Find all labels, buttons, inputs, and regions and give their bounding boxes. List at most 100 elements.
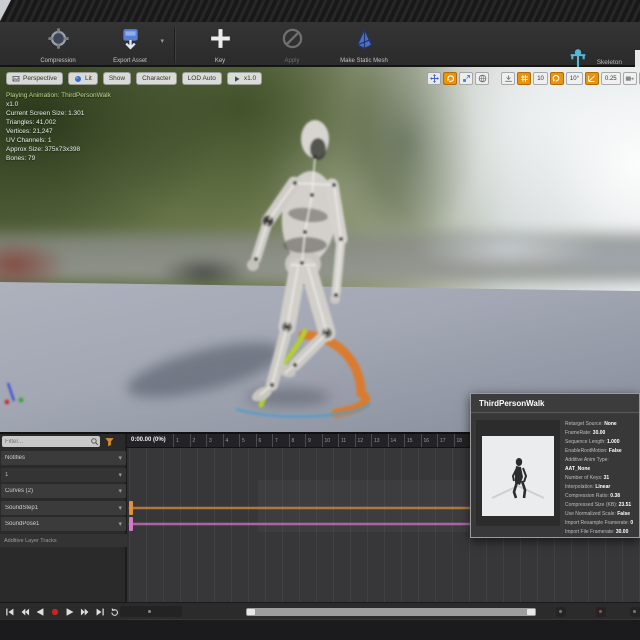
toolbar-button-group: ReimportCompression Export Asset ▾ Key Apply… [0,25,400,64]
preview-viewport[interactable]: PerspectiveLitShowCharacterLOD Autox1.0 … [0,67,640,432]
viewport-chip-playback-speed[interactable]: x1.0 [227,72,262,85]
tooltip-row: Compression Ratio: 0.38 [565,492,635,501]
scale-tool-button[interactable] [459,72,473,85]
viewport-stats-text: Playing Animation: ThirdPersonWalkx1.0Cu… [6,91,111,163]
lit-icon [74,75,82,83]
chevron-down-icon[interactable]: ▾ [118,504,122,512]
tooltip-asset-title: ThirdPersonWalk [471,394,639,413]
rotation-snap-value[interactable]: 10° [566,72,583,85]
to-end-button[interactable] [93,605,106,618]
unreal-animation-editor-window: ReimportCompression Export Asset ▾ Key Apply… [0,0,640,640]
perspective-icon [12,75,20,83]
tooltip-row: Import File Framerate: 30.00 [565,528,635,537]
show-label: Show [109,75,125,82]
ruler-tick: 16 [421,434,422,448]
filter-funnel-icon[interactable] [104,436,115,447]
transport-controls [3,605,121,618]
step-back-icon [20,607,30,617]
viewport-chip-perspective[interactable]: Perspective [6,72,63,85]
to-front-button[interactable] [3,605,16,618]
chevron-down-icon[interactable]: ▾ [118,520,122,528]
track-row-notifies[interactable]: Notifies▾ [1,451,126,465]
tooltip-row: Number of Keys: 31 [565,474,635,483]
apply-button[interactable]: Apply [256,25,328,64]
rotate-tool-button[interactable] [443,72,457,85]
stats-line: Current Screen Size: 1.301 [6,109,111,118]
tooltip-row: Sequence Length: 1.000 [565,438,635,447]
ruler-tick: 13 [371,434,372,448]
camera-icon [625,74,634,83]
record-button[interactable] [48,605,61,618]
play-button[interactable] [63,605,76,618]
ruler-tick: 5 [239,434,240,448]
ruler-tick: 14 [388,434,389,448]
chevron-down-icon[interactable]: ▾ [118,487,122,495]
ruler-tick: 9 [305,434,306,448]
key-label: Key [215,58,225,64]
viewport-chip-lit[interactable]: Lit [68,72,98,85]
rotation-snap-button[interactable] [550,72,564,85]
make-static-mesh-button[interactable]: Make Static Mesh [328,25,400,64]
scrollbar-left-handle[interactable] [247,609,255,615]
ruler-tick: 18 [454,434,455,448]
asset-thumbnail-frame [476,420,560,526]
tooltip-row: Compressed Size (KB): 23.51 [565,501,635,510]
grid-snap-value[interactable]: 10 [533,72,548,85]
viewport-chip-character[interactable]: Character [136,72,177,85]
reimport-button[interactable]: Reimport [0,25,22,64]
surface-snap-button[interactable] [501,72,515,85]
coordinate-system-button[interactable] [475,72,489,85]
timeline-zoom-scrollbar[interactable] [246,608,536,616]
ruler-tick: 6 [256,434,257,448]
make-static-mesh-label: Make Static Mesh [340,58,388,64]
step-forward-button[interactable] [78,605,91,618]
play-reverse-button[interactable] [33,605,46,618]
viewport-chip-lod[interactable]: LOD Auto [182,72,222,85]
tooltip-row: Folder: /Game/Mannequin/Animations [565,537,635,538]
track-row-1[interactable]: 1▾ [1,468,126,482]
frame-marker-inset[interactable] [120,606,182,617]
translate-tool-button[interactable] [427,72,441,85]
viewport-toolbar: PerspectiveLitShowCharacterLOD Autox1.0 … [6,72,640,86]
scale-snap-button[interactable] [585,72,599,85]
perspective-label: Perspective [23,75,57,82]
timeline-option-button[interactable] [630,607,640,617]
viewport-chip-show[interactable]: Show [103,72,131,85]
timeline-option-button[interactable] [596,607,606,617]
grid-snap-button[interactable] [517,72,531,85]
tooltip-row: Additive Anim Type: AAT_None [565,456,635,474]
stats-line: Bones: 79 [6,154,111,163]
rotate-icon [446,74,455,83]
ruler-tick: 1 [173,434,174,448]
export-asset-button[interactable]: Export Asset ▾ [94,25,166,64]
timeline-transport-bar [0,602,640,619]
timeline-track-outliner: Notifies▾ 1▾ Curves (2)▾ SoundStep1▾ SoundPo… [0,434,127,602]
chevron-down-icon[interactable]: ▾ [118,454,122,462]
window-bottom-strip [0,620,640,640]
step-back-button[interactable] [18,605,31,618]
static-mesh-icon [353,27,376,55]
export-asset-icon [119,27,142,55]
export-asset-label: Export Asset [113,58,147,64]
chevron-down-icon[interactable]: ▾ [160,37,164,45]
step-forward-icon [80,607,90,617]
track-row-curves-2-[interactable]: Curves (2)▾ [1,484,126,498]
loop-icon [110,607,120,617]
compression-button[interactable]: Compression [22,25,94,64]
chevron-down-icon[interactable]: ▾ [118,471,122,479]
asset-thumbnail [482,436,554,516]
track-search-input[interactable] [2,436,100,447]
lit-label: Lit [85,75,92,82]
camera-speed-button[interactable] [623,72,637,85]
additive-layer-tracks-header[interactable]: Additive Layer Tracks [0,534,127,547]
scale-snap-value[interactable]: 0.25 [601,72,621,85]
track-row-soundpose1[interactable]: SoundPose1▾ [1,517,126,531]
search-icon [90,437,99,446]
key-button[interactable]: Key [184,25,256,64]
skeleton-button-label: Skeleton [597,59,622,66]
scrollbar-right-handle[interactable] [527,609,535,615]
stats-line: x1.0 [6,100,111,109]
track-row-soundstep1[interactable]: SoundStep1▾ [1,501,126,515]
timeline-option-button[interactable] [556,607,566,617]
main-toolbar: ReimportCompression Export Asset ▾ Key Apply… [0,22,640,67]
